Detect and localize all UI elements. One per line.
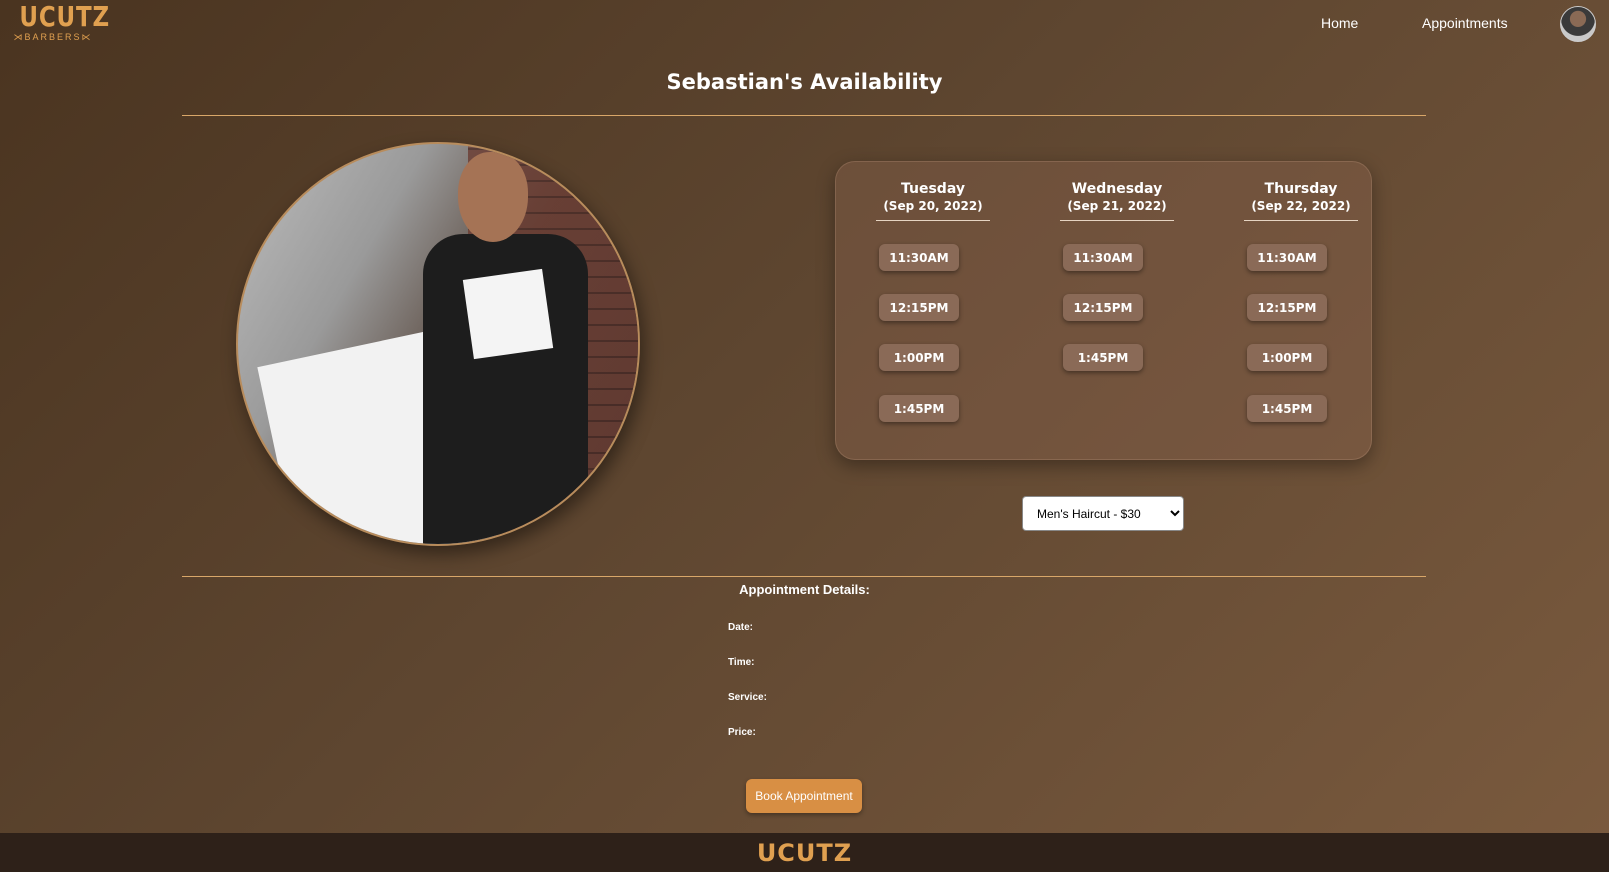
logo-wordmark: UCUTZ — [19, 0, 110, 33]
detail-price-label: Price: — [728, 727, 756, 738]
appointment-details-title: Appointment Details: — [739, 582, 870, 597]
time-slot-button[interactable]: 1:45PM — [879, 395, 959, 422]
logo-subtitle: ⋊BARBERS⋉ — [13, 32, 93, 42]
top-nav-bar: UCUTZ ⋊BARBERS⋉ Home Appointments — [0, 0, 1609, 50]
detail-service-label: Service: — [728, 692, 767, 703]
time-slot-button[interactable]: 12:15PM — [879, 294, 959, 321]
day-date: (Sep 20, 2022) — [883, 199, 983, 213]
time-slot-button[interactable]: 12:15PM — [1063, 294, 1143, 321]
day-name: Thursday — [1264, 181, 1338, 197]
barber-photo — [236, 142, 640, 546]
page-title: Sebastian's Availability — [666, 70, 943, 94]
day-column-thursday: Thursday (Sep 22, 2022) — [1211, 180, 1391, 221]
day-name: Wednesday — [1071, 181, 1163, 197]
footer: UCUTZ — [0, 833, 1609, 872]
time-slot-button[interactable]: 1:00PM — [879, 344, 959, 371]
day-underline — [1244, 220, 1358, 221]
detail-date-label: Date: — [728, 622, 754, 633]
photo-person-head — [458, 152, 528, 242]
detail-time-label: Time: — [728, 657, 755, 668]
divider-top — [182, 115, 1426, 116]
divider-bottom — [182, 576, 1426, 577]
day-date: (Sep 21, 2022) — [1067, 199, 1167, 213]
photo-shirt-logo — [462, 268, 554, 360]
nav-home-link[interactable]: Home — [1321, 15, 1358, 31]
day-column-tuesday: Tuesday (Sep 20, 2022) — [843, 180, 1023, 221]
nav-appointments-link[interactable]: Appointments — [1422, 15, 1508, 31]
time-slot-button[interactable]: 1:00PM — [1247, 344, 1327, 371]
time-slot-button[interactable]: 1:45PM — [1063, 344, 1143, 371]
day-underline — [876, 220, 990, 221]
time-slot-button[interactable]: 11:30AM — [1063, 244, 1143, 271]
time-slot-button[interactable]: 12:15PM — [1247, 294, 1327, 321]
user-avatar[interactable] — [1560, 6, 1596, 42]
availability-card: Tuesday (Sep 20, 2022) Wednesday (Sep 21… — [835, 161, 1372, 460]
day-underline — [1060, 220, 1174, 221]
time-slot-button[interactable]: 1:45PM — [1247, 395, 1327, 422]
day-name: Tuesday — [901, 181, 965, 197]
day-column-wednesday: Wednesday (Sep 21, 2022) — [1027, 180, 1207, 221]
service-select[interactable]: Men's Haircut - $30 — [1022, 496, 1184, 531]
ucutz-logo[interactable]: UCUTZ ⋊BARBERS⋉ — [12, 0, 110, 44]
time-slot-button[interactable]: 11:30AM — [879, 244, 959, 271]
day-date: (Sep 22, 2022) — [1251, 199, 1351, 213]
time-slot-button[interactable]: 11:30AM — [1247, 244, 1327, 271]
book-appointment-button[interactable]: Book Appointment — [746, 779, 862, 813]
footer-logo: UCUTZ — [756, 839, 853, 867]
